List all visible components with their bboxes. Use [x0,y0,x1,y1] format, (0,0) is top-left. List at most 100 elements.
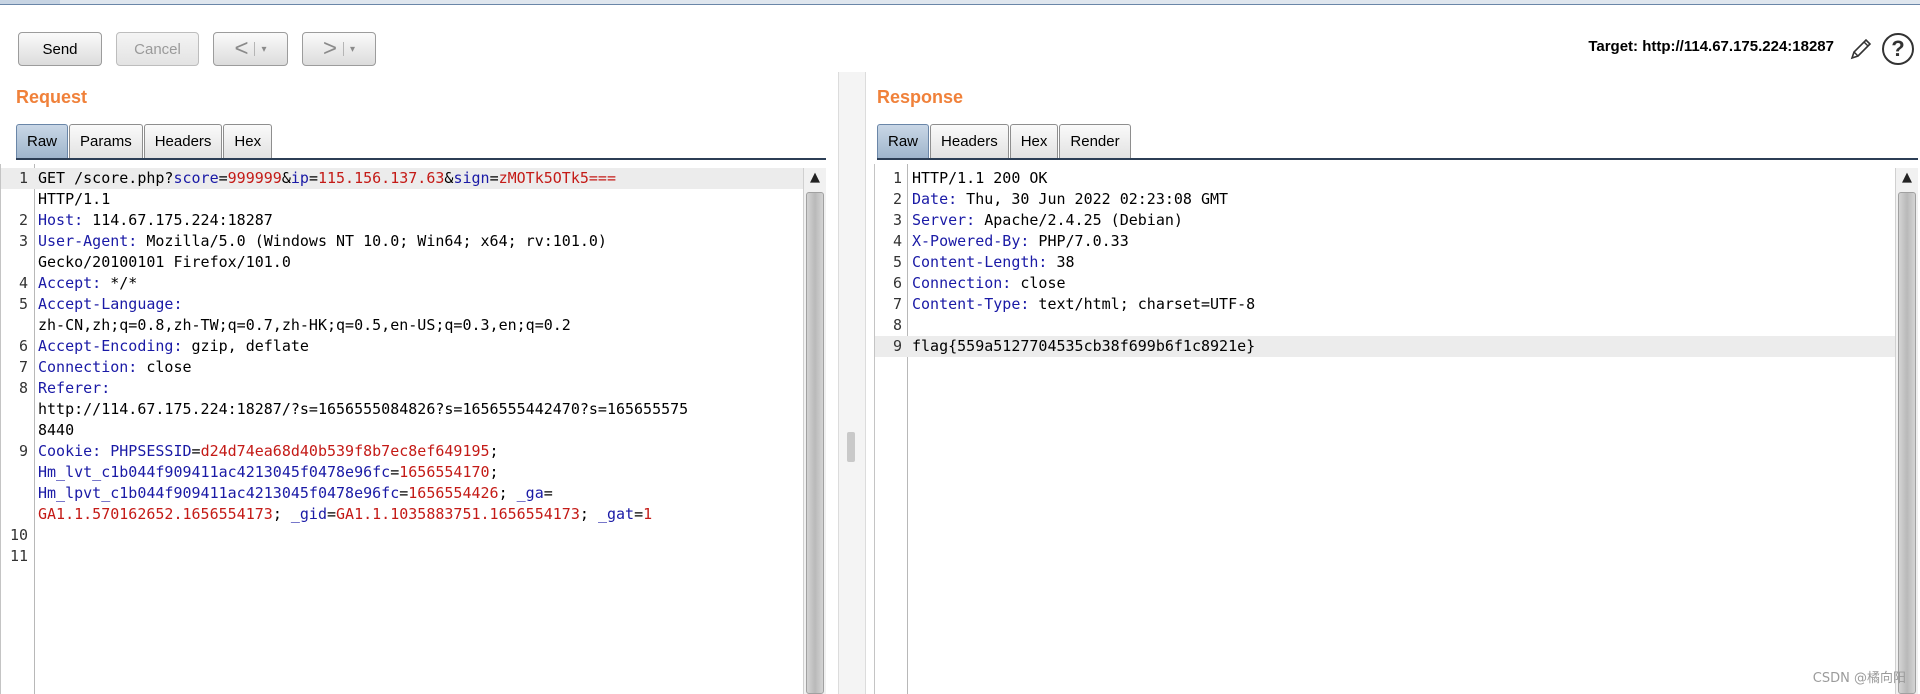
line-text: GET /score.php?score=999999&ip=115.156.1… [38,168,616,189]
line-text: Gecko/20100101 Firefox/101.0 [38,252,291,273]
line-number: 1 [18,169,28,187]
request-code-line[interactable]: 5 Accept-Language: [1,294,803,315]
token-text: GET /score.php? [38,169,174,187]
token-text: */* [101,274,138,292]
response-scrollbar[interactable]: ▲ [1895,168,1918,694]
back-dropdown-icon[interactable]: ▾ [261,44,266,55]
back-button[interactable]: < ▾ [213,32,288,66]
target-label[interactable]: Target: http://114.67.175.224:18287 [1588,38,1834,55]
request-code-line[interactable]: 6 Accept-Encoding: gzip, deflate [1,336,803,357]
request-scroll-thumb[interactable] [806,192,824,694]
request-code-line[interactable]: GA1.1.570162652.1656554173; _gid=GA1.1.1… [1,504,803,525]
request-tab-raw[interactable]: Raw [16,124,69,158]
request-code-line[interactable]: 9 Cookie: PHPSESSID=d24d74ea68d40b539f8b7… [1,441,803,462]
top-tab-stub[interactable] [0,0,60,4]
token-text: zh-CN,zh;q=0.8,zh-TW;q=0.7,zh-HK;q=0.5,e… [38,316,571,334]
cancel-button[interactable]: Cancel [116,32,199,66]
send-button[interactable]: Send [18,32,102,66]
response-lines: 1 HTTP/1.1 200 OK 2 Date: Thu, 30 Jun 2022 … [875,168,1895,357]
request-code-line[interactable]: 7 Connection: close [1,357,803,378]
token-text: Apache/2.4.25 (Debian) [975,211,1183,229]
response-scroll-thumb[interactable] [1898,192,1916,694]
line-text: Hm_lvt_c1b044f909411ac4213045f0478e96fc=… [38,462,499,483]
request-code-line[interactable]: 4 Accept: */* [1,273,803,294]
request-code-line[interactable]: zh-CN,zh;q=0.8,zh-TW;q=0.7,zh-HK;q=0.5,e… [1,315,803,336]
response-tab-hex[interactable]: Hex [1009,124,1059,158]
line-number: 8 [892,316,902,334]
request-code-line[interactable]: Hm_lvt_c1b044f909411ac4213045f0478e96fc=… [1,462,803,483]
response-tab-render[interactable]: Render [1059,124,1131,158]
request-code-line[interactable]: 10 [1,525,803,546]
response-code-line[interactable]: 4 X-Powered-By: PHP/7.0.33 [875,231,1895,252]
response-tab-underline [877,158,1918,160]
token-key: Host: [38,211,84,229]
line-number: 10 [9,526,28,544]
forward-button[interactable]: > ▾ [302,32,376,66]
response-code-line[interactable]: 5 Content-Length: 38 [875,252,1895,273]
token-key: X-Powered-By: [912,232,1030,250]
line-text: Hm_lpvt_c1b044f909411ac4213045f0478e96fc… [38,483,553,504]
request-code-line[interactable]: 8 Referer: [1,378,803,399]
forward-dropdown-icon[interactable]: ▾ [350,44,355,55]
line-text: Content-Type: text/html; charset=UTF-8 [912,294,1255,315]
button-separator [254,42,256,56]
request-code-line[interactable]: http://114.67.175.224:18287/?s=165655508… [1,399,803,420]
request-tab-underline [16,158,826,160]
response-code-line[interactable]: 3 Server: Apache/2.4.25 (Debian) [875,210,1895,231]
line-number: 6 [18,337,28,355]
help-icon[interactable]: ? [1882,33,1914,65]
line-text: X-Powered-By: PHP/7.0.33 [912,231,1129,252]
token-text: = [327,505,337,523]
response-editor[interactable]: 1 HTTP/1.1 200 OK 2 Date: Thu, 30 Jun 2022 … [874,164,1895,694]
line-text: Accept-Encoding: gzip, deflate [38,336,309,357]
line-number: 8 [18,379,28,397]
line-number: 9 [18,442,28,460]
request-tab-params[interactable]: Params [69,124,143,158]
line-number: 7 [892,295,902,313]
line-text: Connection: close [38,357,192,378]
token-key: Accept-Encoding: [38,337,183,355]
token-text: PHP/7.0.33 [1029,232,1129,250]
response-code-line[interactable]: 2 Date: Thu, 30 Jun 2022 02:23:08 GMT [875,189,1895,210]
line-number: 7 [18,358,28,376]
button-separator [342,42,344,56]
request-code-line[interactable]: HTTP/1.1 [1,189,803,210]
pane-splitter[interactable] [838,72,866,694]
request-code-line[interactable]: 2 Host: 114.67.175.224:18287 [1,210,803,231]
response-code-line[interactable]: 7 Content-Type: text/html; charset=UTF-8 [875,294,1895,315]
request-tab-hex[interactable]: Hex [223,124,273,158]
token-key: Hm_lvt_c1b044f909411ac4213045f0478e96fc [38,463,391,481]
line-number: 11 [9,547,28,565]
response-tab-headers[interactable]: Headers [930,124,1009,158]
scroll-up-arrow-icon[interactable]: ▲ [804,170,826,185]
request-code-line[interactable]: 3 User-Agent: Mozilla/5.0 (Windows NT 10.… [1,231,803,252]
line-number: 5 [18,295,28,313]
line-text: flag{559a5127704535cb38f699b6f1c8921e} [912,336,1255,357]
request-code-line[interactable]: 1 GET /score.php?score=999999&ip=115.156.… [1,168,803,189]
response-code-line[interactable]: 6 Connection: close [875,273,1895,294]
request-code-line[interactable]: Gecko/20100101 Firefox/101.0 [1,252,803,273]
token-text: HTTP/1.1 [38,190,111,208]
token-text: ; [489,463,499,481]
request-tab-headers[interactable]: Headers [143,124,223,158]
response-code-line[interactable]: 1 HTTP/1.1 200 OK [875,168,1895,189]
line-number: 4 [18,274,28,292]
token-key: Server: [912,211,976,229]
request-code-line[interactable]: 8440 [1,420,803,441]
request-scrollbar[interactable]: ▲ [803,168,826,694]
request-code-line[interactable]: Hm_lpvt_c1b044f909411ac4213045f0478e96fc… [1,483,803,504]
splitter-handle[interactable] [847,432,855,462]
token-value: 1656554170 [399,463,490,481]
token-value: 115.156.137.63 [317,169,445,187]
response-code-line[interactable]: 9 flag{559a5127704535cb38f699b6f1c8921e} [875,336,1895,357]
token-value: 999999 [227,169,282,187]
response-tab-raw[interactable]: Raw [877,124,930,158]
token-key: Date: [912,190,958,208]
pencil-icon[interactable] [1846,34,1876,64]
request-code-line[interactable]: 11 [1,546,803,567]
response-code-line[interactable]: 8 [875,315,1895,336]
request-editor[interactable]: 1 GET /score.php?score=999999&ip=115.156.… [0,164,803,694]
token-key: sign [453,169,490,187]
scroll-up-arrow-icon[interactable]: ▲ [1896,170,1918,185]
line-number: 2 [18,211,28,229]
